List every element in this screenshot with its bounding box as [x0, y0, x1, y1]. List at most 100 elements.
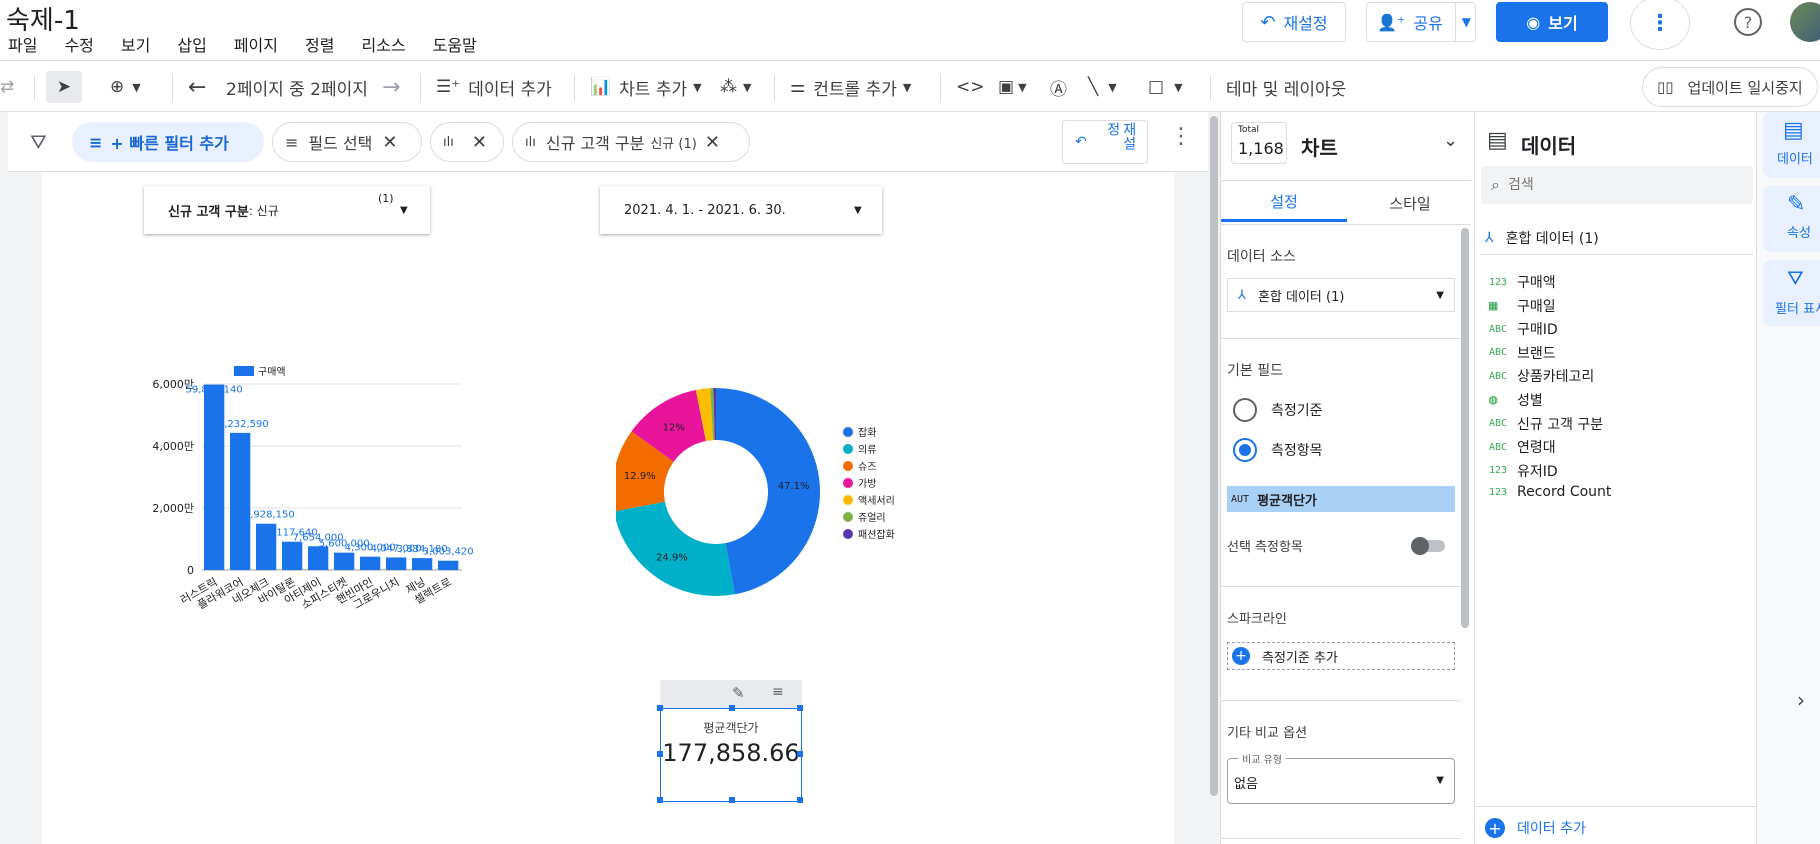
community-viz-icon[interactable]: ⁂ ▼ [720, 71, 751, 103]
bar[interactable] [412, 558, 433, 570]
bar[interactable] [282, 541, 303, 570]
add-chart-button[interactable]: 📊 차트 추가 ▼ [590, 71, 702, 103]
menu-arrange[interactable]: 정렬 [305, 32, 334, 56]
view-button[interactable]: ◉ 보기 [1496, 2, 1608, 42]
next-page-icon[interactable]: → [382, 71, 400, 103]
scorecard[interactable]: 평균객단가 177,858.66 [657, 705, 803, 803]
select-metric-label: 선택 측정항목 [1227, 540, 1303, 555]
panel-scrollbar[interactable] [1461, 228, 1469, 628]
tab-style[interactable]: 스타일 [1347, 184, 1473, 222]
rail-filter-button[interactable]: ⛛ 필터 표시 [1763, 260, 1820, 326]
bar[interactable] [230, 432, 251, 570]
radio-metric[interactable]: 측정항목 [1233, 438, 1323, 462]
dropdown-arrow-icon: ▼ [1436, 775, 1444, 786]
bar[interactable] [360, 556, 381, 570]
close-icon[interactable]: ✕ [705, 132, 720, 153]
line-icon[interactable]: ╲ ▼ [1088, 71, 1117, 103]
field-name: 구매ID [1517, 322, 1558, 339]
metric-chip[interactable]: AUT 평균객단가 [1227, 486, 1455, 512]
date-range-control[interactable]: 2021. 4. 1. - 2021. 6. 30. ▼ [600, 186, 882, 234]
menu-view[interactable]: 보기 [121, 32, 150, 56]
chevron-down-icon[interactable]: ⌄ [1443, 130, 1458, 151]
calendar-icon: ▦ [1489, 297, 1498, 314]
text-icon[interactable]: Ⓐ [1050, 71, 1067, 103]
compare-type-select[interactable]: 비교 유형 없음 ▼ [1227, 751, 1455, 804]
tab-setup[interactable]: 설정 [1221, 184, 1347, 222]
field-item[interactable]: ABC 신규 고객 구분 [1489, 414, 1603, 434]
bar-chart[interactable]: 구매액02,000만4,000만6,000만59,814,140러스트릭44,2… [132, 362, 552, 622]
select-metric-toggle[interactable] [1411, 537, 1445, 555]
quick-filter-button[interactable]: ≡ + 빠른 필터 추가 [72, 122, 264, 162]
select-pointer-icon[interactable]: ➤ [46, 71, 82, 103]
add-control-button[interactable]: ⚌ 컨트롤 추가 ▼ [790, 71, 911, 103]
field-item[interactable]: ABC 구매ID [1489, 319, 1558, 339]
redo-icon[interactable]: ⇄ [0, 71, 14, 103]
search-box[interactable]: ⌕ [1481, 166, 1753, 204]
rail-properties-button[interactable]: ✎ 속성 [1763, 186, 1820, 252]
field-item[interactable]: 123 Record Count [1489, 484, 1611, 500]
field-select-chip[interactable]: ≡ 필드 선택 ✕ [272, 122, 422, 162]
menu-resources[interactable]: 리소스 [361, 32, 405, 56]
embed-code-icon[interactable]: <> [956, 71, 985, 103]
edit-icon: ✎ [1787, 192, 1806, 217]
bar[interactable] [204, 384, 225, 570]
avatar[interactable] [1790, 2, 1820, 42]
pie-slice[interactable] [616, 501, 735, 596]
reset-button[interactable]: ↶ 재설정 [1242, 2, 1346, 42]
rail-data-button[interactable]: ▤ 데이터 [1763, 112, 1820, 178]
menu-file[interactable]: 파일 [8, 32, 37, 56]
bar[interactable] [308, 546, 329, 570]
filter-icon[interactable]: ⛛ [30, 130, 47, 154]
customer-filter-chip[interactable]: ılı 신규 고객 구분 신규 (1) ✕ [512, 122, 750, 162]
bar[interactable] [438, 560, 459, 570]
share-dropdown-icon[interactable]: ▼ [1454, 3, 1471, 41]
theme-layout-button[interactable]: 테마 및 레이아웃 [1226, 71, 1346, 103]
pause-updates-button[interactable]: ▯▯ 업데이트 일시중지 [1642, 67, 1818, 107]
donut-chart[interactable]: 47.1% 24.9% 12.9% 12% 잡화의류슈즈가방액세서리쥬얼리패션잡화 [616, 380, 936, 610]
chevron-right-icon[interactable]: › [1797, 688, 1805, 712]
add-data-link[interactable]: + 데이터 추가 [1485, 818, 1586, 838]
chart-type-thumbnail[interactable]: Total 1,168 [1231, 122, 1287, 164]
menu-page[interactable]: 페이지 [234, 32, 278, 56]
chart-filter-chip[interactable]: ılı ✕ [430, 122, 504, 162]
more-vert-icon[interactable]: ⋮ [1170, 124, 1192, 149]
menu-edit[interactable]: 수정 [64, 32, 93, 56]
data-source-select[interactable]: ⅄ 혼합 데이터 (1) ▼ [1227, 278, 1455, 312]
close-icon[interactable]: ✕ [382, 132, 397, 153]
legend-label: 가방 [858, 478, 876, 490]
radio-dimension[interactable]: 측정기준 [1233, 398, 1323, 422]
data-panel-title: 데이터 [1521, 134, 1577, 158]
edit-icon[interactable]: ✎ [732, 684, 745, 702]
filter-reset-button[interactable]: ↶ 재설정 [1062, 120, 1148, 164]
field-name: 구매액 [1517, 275, 1556, 291]
prev-page-icon[interactable]: ← [188, 71, 206, 103]
help-icon[interactable]: ? [1734, 8, 1762, 36]
canvas-scrollbar[interactable] [1208, 112, 1220, 844]
shape-icon[interactable]: □ ▼ [1148, 71, 1183, 103]
field-name: 상품카테고리 [1517, 369, 1595, 386]
filter-list-icon[interactable]: ≡ [772, 684, 784, 700]
field-item[interactable]: 123 유저ID [1489, 461, 1558, 481]
bar[interactable] [386, 557, 407, 570]
menu-insert[interactable]: 삽입 [177, 32, 206, 56]
share-button[interactable]: 👤⁺ 공유 ▼ [1366, 2, 1476, 42]
bar[interactable] [334, 552, 355, 570]
more-vert-icon[interactable]: ⋮ [1630, 0, 1690, 50]
search-input[interactable] [1507, 177, 1728, 193]
field-item[interactable]: ◍ 성별 [1489, 390, 1543, 410]
field-item[interactable]: ▦ 구매일 [1489, 296, 1556, 316]
field-item[interactable]: ABC 상품카테고리 [1489, 366, 1594, 386]
close-icon[interactable]: ✕ [472, 132, 487, 153]
menu-help[interactable]: 도움말 [433, 32, 477, 56]
zoom-icon[interactable]: ⊕ ▼ [110, 71, 141, 103]
field-item[interactable]: ABC 연령대 [1489, 437, 1556, 457]
data-source-item[interactable]: ⅄ 혼합 데이터 (1) [1485, 228, 1599, 248]
field-item[interactable]: 123 구매액 [1489, 272, 1556, 292]
customer-type-control[interactable]: 신규 고객 구분 : 신규 (1) ▼ [144, 186, 430, 234]
add-dimension-button[interactable]: + 측정기준 추가 [1227, 642, 1455, 670]
field-name: 브랜드 [1517, 345, 1556, 362]
image-icon[interactable]: ▣ ▼ [998, 71, 1027, 103]
add-data-button[interactable]: ☰⁺ 데이터 추가 [436, 71, 552, 103]
compare-options-label: 기타 비교 옵션 [1227, 726, 1308, 741]
field-item[interactable]: ABC 브랜드 [1489, 343, 1556, 363]
